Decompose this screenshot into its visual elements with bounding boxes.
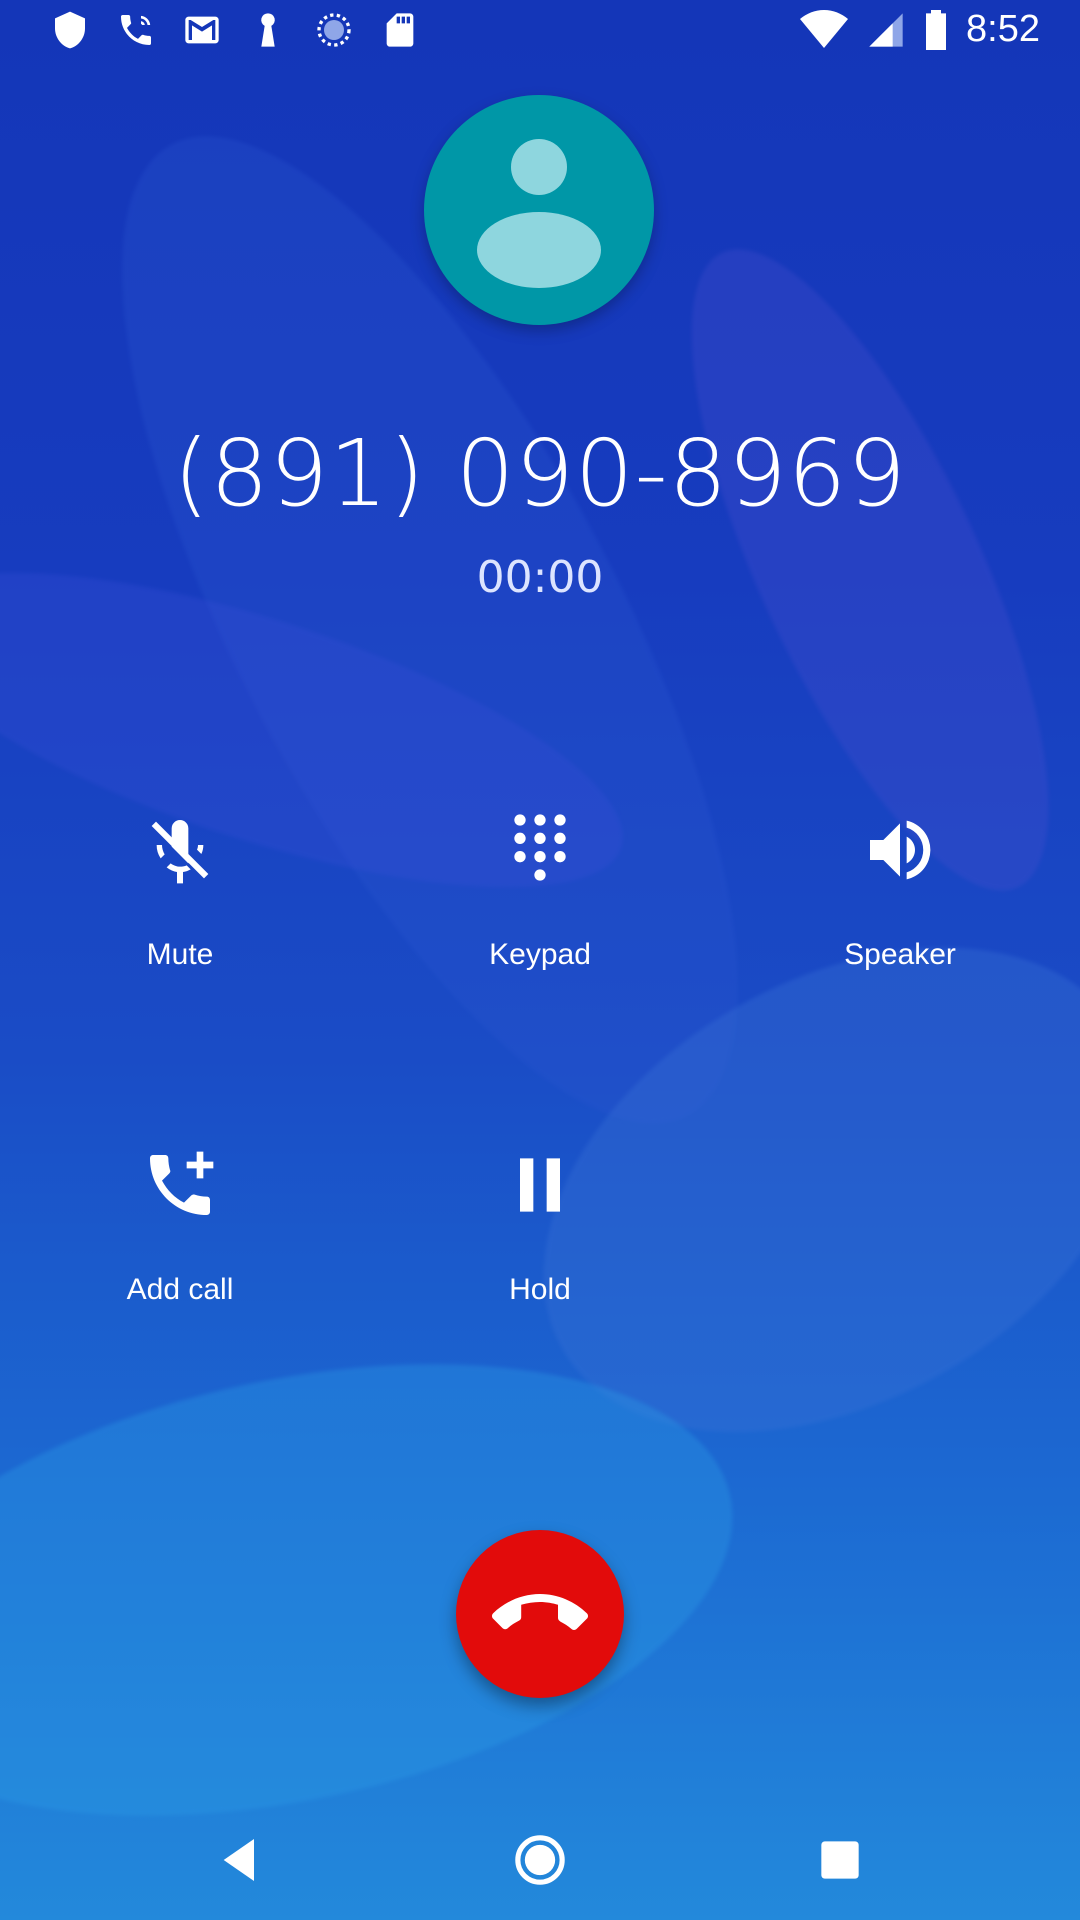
add-call-icon [150, 1151, 214, 1215]
gmail-icon [185, 16, 219, 44]
wifi-call-icon [121, 14, 151, 45]
wifi-icon [800, 9, 849, 48]
call-duration: 00:00 [476, 552, 604, 603]
call-end-icon [492, 1594, 588, 1630]
home-button[interactable] [512, 1832, 568, 1888]
add-call-label: Add call [126, 1273, 234, 1306]
hold-button[interactable]: Hold [390, 1145, 690, 1365]
signal-icon [869, 12, 903, 47]
keypad-label: Keypad [489, 938, 591, 971]
volume-up-icon [870, 820, 931, 880]
mute-button[interactable]: Mute [30, 810, 330, 1030]
recents-button[interactable] [812, 1832, 868, 1888]
mute-label: Mute [146, 938, 214, 971]
status-bar: 8:52 [0, 0, 1080, 64]
back-icon [223, 1839, 254, 1881]
clock: 8:52 [966, 8, 1040, 50]
speaker-label: Speaker [844, 938, 956, 971]
keypad-button[interactable]: Keypad [390, 810, 690, 1030]
sd-card-icon [386, 13, 414, 47]
person-icon [477, 139, 601, 288]
keyhole-icon [261, 13, 275, 47]
hold-label: Hold [509, 1273, 571, 1306]
caller-phone-number: (891) 090-8969 [173, 420, 907, 527]
status-icons-left [50, 10, 420, 50]
contact-avatar [424, 95, 654, 325]
in-call-screen: 8:52 (891) 090-8969 00:00 Mute Keypad Sp… [0, 0, 1080, 1920]
recents-icon [821, 1841, 859, 1879]
mic-off-icon [151, 820, 209, 884]
speaker-button[interactable]: Speaker [750, 810, 1050, 1030]
dialpad-icon [514, 814, 566, 881]
sync-circle-icon [317, 13, 351, 47]
battery-icon [926, 9, 947, 50]
navigation-bar [0, 1800, 1080, 1920]
pause-icon [520, 1158, 560, 1212]
add-call-button[interactable]: Add call [30, 1145, 330, 1365]
home-icon [515, 1835, 565, 1885]
back-button[interactable] [212, 1832, 268, 1888]
status-icons-right: 8:52 [800, 8, 1040, 51]
shield-icon [55, 11, 85, 49]
end-call-button[interactable] [456, 1530, 624, 1698]
